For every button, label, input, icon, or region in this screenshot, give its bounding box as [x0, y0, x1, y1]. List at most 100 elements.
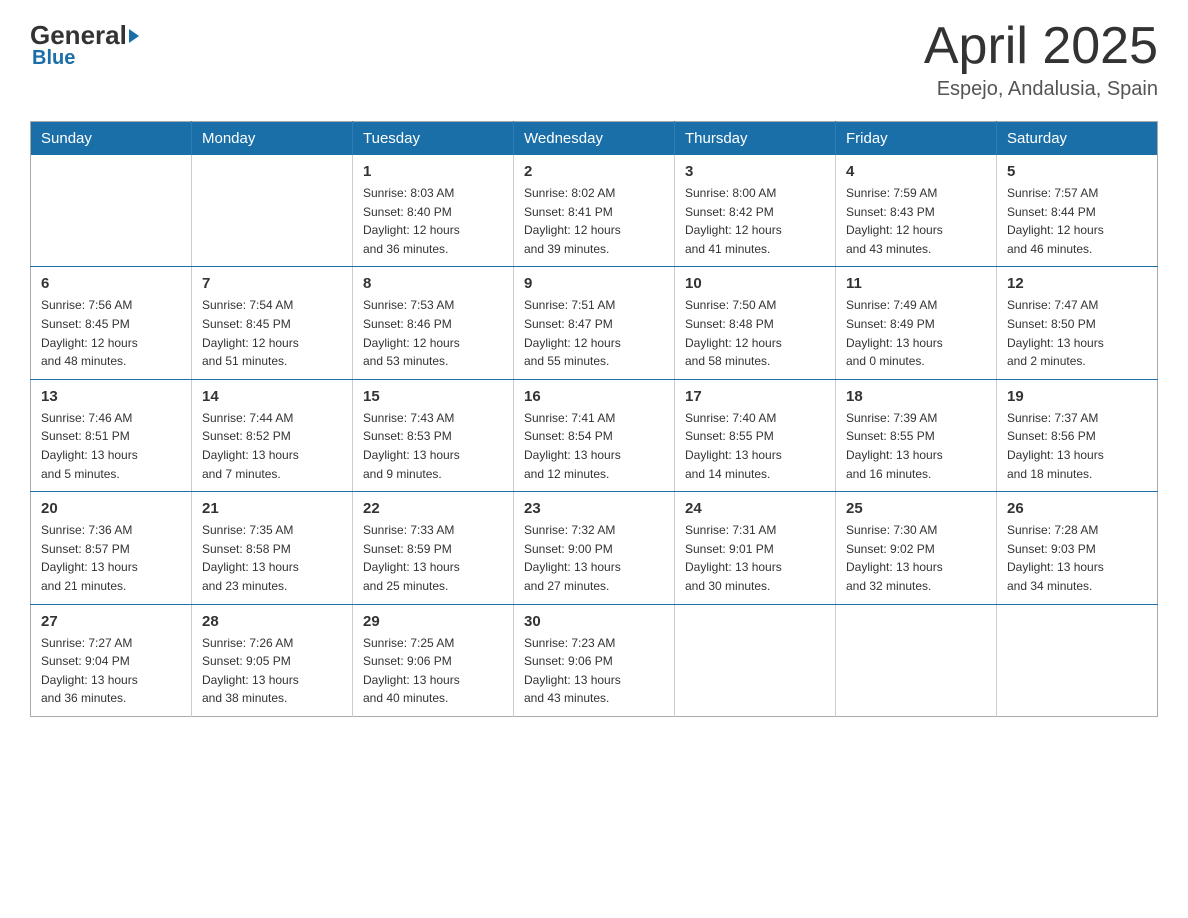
header-friday: Friday — [836, 122, 997, 156]
day-cell-8: 8 Sunrise: 7:53 AMSunset: 8:46 PMDaylight… — [353, 267, 514, 379]
day-cell-14: 14 Sunrise: 7:44 AMSunset: 8:52 PMDayligh… — [192, 379, 353, 491]
day-info-6: Sunrise: 7:56 AMSunset: 8:45 PMDaylight:… — [41, 296, 181, 370]
day-info-15: Sunrise: 7:43 AMSunset: 8:53 PMDaylight:… — [363, 409, 503, 483]
day-info-12: Sunrise: 7:47 AMSunset: 8:50 PMDaylight:… — [1007, 296, 1147, 370]
day-info-19: Sunrise: 7:37 AMSunset: 8:56 PMDaylight:… — [1007, 409, 1147, 483]
day-info-14: Sunrise: 7:44 AMSunset: 8:52 PMDaylight:… — [202, 409, 342, 483]
day-cell-24: 24 Sunrise: 7:31 AMSunset: 9:01 PMDayligh… — [675, 492, 836, 604]
day-number-24: 24 — [685, 500, 825, 517]
week-row-2: 6 Sunrise: 7:56 AMSunset: 8:45 PMDaylight… — [31, 267, 1158, 379]
day-number-17: 17 — [685, 388, 825, 405]
day-number-18: 18 — [846, 388, 986, 405]
day-cell-5: 5Sunrise: 7:57 AMSunset: 8:44 PMDaylight… — [997, 155, 1158, 267]
day-info-1: Sunrise: 8:03 AMSunset: 8:40 PMDaylight:… — [363, 184, 503, 258]
day-cell-11: 11 Sunrise: 7:49 AMSunset: 8:49 PMDayligh… — [836, 267, 997, 379]
logo-arrow-icon — [129, 29, 139, 43]
header-thursday: Thursday — [675, 122, 836, 156]
day-number-9: 9 — [524, 275, 664, 292]
logo: General Blue — [30, 20, 141, 70]
day-cell-12: 12 Sunrise: 7:47 AMSunset: 8:50 PMDayligh… — [997, 267, 1158, 379]
day-cell-19: 19 Sunrise: 7:37 AMSunset: 8:56 PMDayligh… — [997, 379, 1158, 491]
day-info-24: Sunrise: 7:31 AMSunset: 9:01 PMDaylight:… — [685, 521, 825, 595]
day-number-25: 25 — [846, 500, 986, 517]
day-number-14: 14 — [202, 388, 342, 405]
empty-cell — [997, 604, 1158, 716]
day-number-7: 7 — [202, 275, 342, 292]
day-cell-23: 23 Sunrise: 7:32 AMSunset: 9:00 PMDayligh… — [514, 492, 675, 604]
day-info-25: Sunrise: 7:30 AMSunset: 9:02 PMDaylight:… — [846, 521, 986, 595]
empty-cell — [836, 604, 997, 716]
day-cell-22: 22 Sunrise: 7:33 AMSunset: 8:59 PMDayligh… — [353, 492, 514, 604]
day-cell-26: 26 Sunrise: 7:28 AMSunset: 9:03 PMDayligh… — [997, 492, 1158, 604]
day-cell-20: 20Sunrise: 7:36 AMSunset: 8:57 PMDayligh… — [31, 492, 192, 604]
day-number-12: 12 — [1007, 275, 1147, 292]
day-cell-1: 1 Sunrise: 8:03 AMSunset: 8:40 PMDaylight… — [353, 155, 514, 267]
empty-cell — [192, 155, 353, 267]
empty-cell — [675, 604, 836, 716]
day-number-11: 11 — [846, 275, 986, 292]
day-info-17: Sunrise: 7:40 AMSunset: 8:55 PMDaylight:… — [685, 409, 825, 483]
day-info-20: Sunrise: 7:36 AMSunset: 8:57 PMDaylight:… — [41, 521, 181, 595]
day-cell-30: 30Sunrise: 7:23 AMSunset: 9:06 PMDayligh… — [514, 604, 675, 716]
header-monday: Monday — [192, 122, 353, 156]
day-info-7: Sunrise: 7:54 AMSunset: 8:45 PMDaylight:… — [202, 296, 342, 370]
day-number-10: 10 — [685, 275, 825, 292]
day-number-26: 26 — [1007, 500, 1147, 517]
page-header: General Blue April 2025 Espejo, Andalusi… — [30, 20, 1158, 101]
day-cell-18: 18 Sunrise: 7:39 AMSunset: 8:55 PMDayligh… — [836, 379, 997, 491]
header-wednesday: Wednesday — [514, 122, 675, 156]
day-number-13: 13 — [41, 388, 181, 405]
day-info-26: Sunrise: 7:28 AMSunset: 9:03 PMDaylight:… — [1007, 521, 1147, 595]
day-cell-29: 29 Sunrise: 7:25 AMSunset: 9:06 PMDayligh… — [353, 604, 514, 716]
day-info-18: Sunrise: 7:39 AMSunset: 8:55 PMDaylight:… — [846, 409, 986, 483]
day-info-10: Sunrise: 7:50 AMSunset: 8:48 PMDaylight:… — [685, 296, 825, 370]
day-cell-2: 2 Sunrise: 8:02 AMSunset: 8:41 PMDaylight… — [514, 155, 675, 267]
day-info-28: Sunrise: 7:26 AMSunset: 9:05 PMDaylight:… — [202, 634, 342, 708]
day-cell-10: 10 Sunrise: 7:50 AMSunset: 8:48 PMDayligh… — [675, 267, 836, 379]
day-info-11: Sunrise: 7:49 AMSunset: 8:49 PMDaylight:… — [846, 296, 986, 370]
day-cell-13: 13 Sunrise: 7:46 AMSunset: 8:51 PMDayligh… — [31, 379, 192, 491]
calendar-header-row: SundayMondayTuesdayWednesdayThursdayFrid… — [31, 122, 1158, 156]
day-number-19: 19 — [1007, 388, 1147, 405]
day-cell-9: 9 Sunrise: 7:51 AMSunset: 8:47 PMDaylight… — [514, 267, 675, 379]
day-info-5: Sunrise: 7:57 AMSunset: 8:44 PMDaylight:… — [1007, 184, 1147, 258]
day-number-29: 29 — [363, 613, 503, 630]
day-info-23: Sunrise: 7:32 AMSunset: 9:00 PMDaylight:… — [524, 521, 664, 595]
logo-subtitle: Blue — [32, 47, 75, 70]
day-info-8: Sunrise: 7:53 AMSunset: 8:46 PMDaylight:… — [363, 296, 503, 370]
day-number-28: 28 — [202, 613, 342, 630]
day-info-16: Sunrise: 7:41 AMSunset: 8:54 PMDaylight:… — [524, 409, 664, 483]
header-sunday: Sunday — [31, 122, 192, 156]
day-cell-16: 16 Sunrise: 7:41 AMSunset: 8:54 PMDayligh… — [514, 379, 675, 491]
day-number-15: 15 — [363, 388, 503, 405]
day-number-6: 6 — [41, 275, 181, 292]
week-row-5: 27 Sunrise: 7:27 AMSunset: 9:04 PMDayligh… — [31, 604, 1158, 716]
day-number-1: 1 — [363, 163, 503, 180]
day-info-22: Sunrise: 7:33 AMSunset: 8:59 PMDaylight:… — [363, 521, 503, 595]
day-info-21: Sunrise: 7:35 AMSunset: 8:58 PMDaylight:… — [202, 521, 342, 595]
day-cell-21: 21 Sunrise: 7:35 AMSunset: 8:58 PMDayligh… — [192, 492, 353, 604]
day-info-2: Sunrise: 8:02 AMSunset: 8:41 PMDaylight:… — [524, 184, 664, 258]
header-saturday: Saturday — [997, 122, 1158, 156]
day-info-27: Sunrise: 7:27 AMSunset: 9:04 PMDaylight:… — [41, 634, 181, 708]
day-number-27: 27 — [41, 613, 181, 630]
day-number-22: 22 — [363, 500, 503, 517]
month-title: April 2025 — [924, 20, 1158, 72]
day-number-8: 8 — [363, 275, 503, 292]
day-number-23: 23 — [524, 500, 664, 517]
day-cell-28: 28 Sunrise: 7:26 AMSunset: 9:05 PMDayligh… — [192, 604, 353, 716]
day-info-13: Sunrise: 7:46 AMSunset: 8:51 PMDaylight:… — [41, 409, 181, 483]
empty-cell — [31, 155, 192, 267]
day-number-2: 2 — [524, 163, 664, 180]
day-cell-27: 27 Sunrise: 7:27 AMSunset: 9:04 PMDayligh… — [31, 604, 192, 716]
day-number-16: 16 — [524, 388, 664, 405]
day-cell-17: 17 Sunrise: 7:40 AMSunset: 8:55 PMDayligh… — [675, 379, 836, 491]
week-row-3: 13 Sunrise: 7:46 AMSunset: 8:51 PMDayligh… — [31, 379, 1158, 491]
calendar-table: SundayMondayTuesdayWednesdayThursdayFrid… — [30, 121, 1158, 717]
day-number-4: 4 — [846, 163, 986, 180]
day-number-30: 30 — [524, 613, 664, 630]
day-info-4: Sunrise: 7:59 AMSunset: 8:43 PMDaylight:… — [846, 184, 986, 258]
day-number-21: 21 — [202, 500, 342, 517]
day-info-9: Sunrise: 7:51 AMSunset: 8:47 PMDaylight:… — [524, 296, 664, 370]
day-info-29: Sunrise: 7:25 AMSunset: 9:06 PMDaylight:… — [363, 634, 503, 708]
